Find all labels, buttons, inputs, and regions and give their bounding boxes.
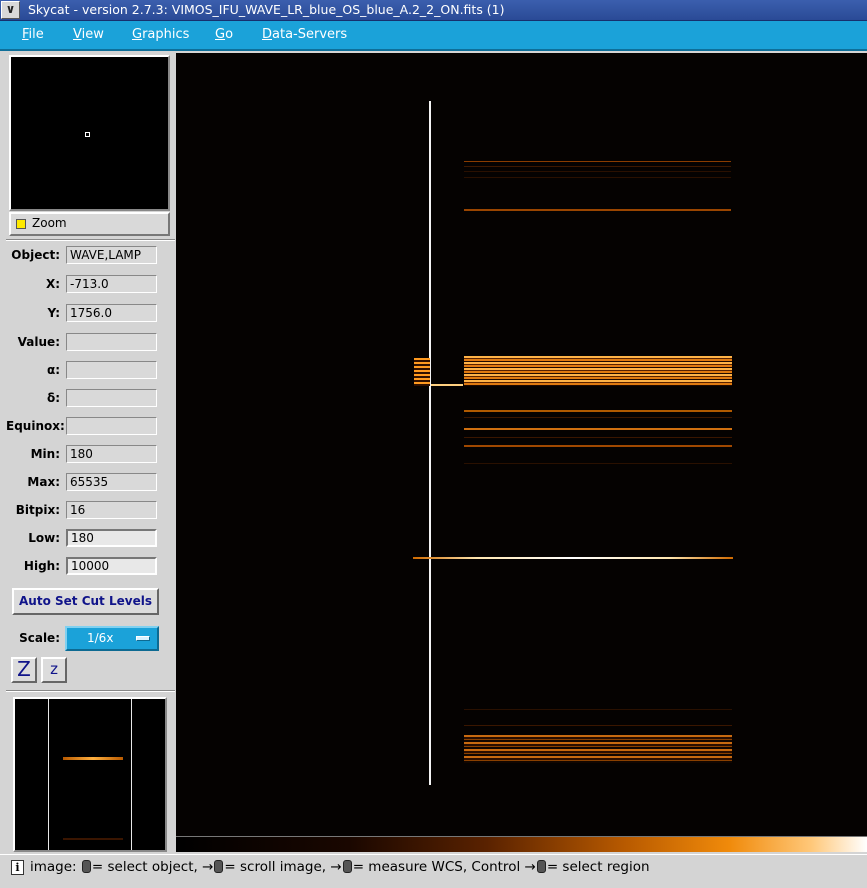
spectrum-line [464,417,732,418]
spectrum-line [464,463,732,464]
spectrum-line [464,177,731,178]
status-bar: i image: = select object, → = scroll imag… [0,854,867,888]
low-cut-label: Low: [28,531,60,545]
option-menu-indicator-icon [136,636,150,641]
spectrum-line [464,171,731,172]
menu-go-mnemonic: G [215,27,226,42]
spectrum-line [431,384,463,386]
menu-data-servers[interactable]: Data-Servers [262,27,347,42]
x-label: X: [45,277,60,291]
bright-spectrum-band [464,356,732,386]
mouse-left-button-icon [81,860,91,873]
status-segment: = scroll image, → [224,859,342,875]
panner-window[interactable] [9,55,170,211]
magnified-vertical-line [131,699,132,850]
image-canvas[interactable] [176,53,867,836]
min-label: Min: [30,447,60,461]
scale-value: 1/6x [87,631,114,645]
menu-graphics-mnemonic: G [132,27,143,42]
magnifier-window [13,697,167,852]
spectrum-line [464,445,732,447]
menu-file[interactable]: File [22,27,44,42]
magnified-spectrum-line [63,757,123,760]
menu-view-label: iew [81,27,104,42]
window-title: Skycat - version 2.7.3: VIMOS_IFU_WAVE_L… [28,2,505,17]
y-label: Y: [47,306,60,320]
mouse-middle-button-icon [214,860,224,873]
dec-label: δ: [46,391,60,405]
y-value: 1756.0 [66,304,157,322]
pixel-value [66,333,157,351]
zoom-in-label: Z [17,657,31,681]
zoom-in-button[interactable]: Z [11,657,37,683]
spectrum-line [464,725,732,726]
menu-bar: File View Graphics Go Data-Servers [0,21,867,51]
pan-viewport-box[interactable] [85,132,90,137]
scale-label: Scale: [19,631,60,645]
high-cut-label: High: [23,559,60,573]
menu-data-servers-mnemonic: D [262,27,273,42]
status-segment: = select object, → [91,859,214,875]
window-menu-button[interactable]: ∨ [1,1,20,19]
spectrum-line [464,166,731,167]
zoom-label: Zoom [32,216,67,230]
zoom-out-button[interactable]: z [41,657,67,683]
divider [6,690,175,692]
menu-go-label: o [225,27,234,42]
ra-value [66,361,157,379]
max-label: Max: [27,475,60,489]
ra-label: α: [46,363,60,377]
auto-set-cut-levels-button[interactable]: Auto Set Cut Levels [12,588,159,615]
bitpix-value: 16 [66,501,157,519]
zoom-toggle[interactable]: Zoom [9,212,170,236]
min-value: 180 [66,445,157,463]
control-panel: Zoom Object: WAVE,LAMP X: -713.0 Y: 1756… [6,53,175,853]
low-cut-input[interactable]: 180 [66,529,157,547]
spectrum-line [464,709,732,710]
menu-graphics[interactable]: Graphics [132,27,189,42]
status-segment: = select region [546,859,650,875]
scale-menu-button[interactable]: 1/6x [65,626,159,651]
status-segment: = measure WCS, Control → [352,859,536,875]
spectrum-band-left [414,358,430,386]
magnified-vertical-line [48,699,49,850]
bitpix-label: Bitpix: [15,503,60,517]
equinox-label: Equinox: [6,419,65,433]
menu-view-mnemonic: V [73,27,82,42]
status-segment: image: [30,859,81,875]
equinox-value [66,417,157,435]
spectrum-line [464,437,732,438]
menu-file-label: ile [28,27,44,42]
bright-emission-line [413,557,733,559]
menu-view[interactable]: View [73,27,104,42]
mouse-left-button-icon [536,860,546,873]
colorbar [176,836,867,852]
dec-value [66,389,157,407]
spectrum-line [464,209,731,211]
menu-data-servers-label: ata-Servers [272,27,348,42]
spectrum-line [464,428,732,430]
x-value: -713.0 [66,275,157,293]
spectrum-line [464,161,731,162]
divider [6,239,175,241]
info-icon: i [11,860,24,875]
pixel-value-label: Value: [17,335,60,349]
object-value: WAVE,LAMP [66,246,157,264]
spectrum-line [464,410,732,412]
max-value: 65535 [66,473,157,491]
zoom-out-label: z [50,660,58,678]
lower-spectrum-band [464,735,732,763]
mouse-right-button-icon [342,860,352,873]
magnified-spectrum-line [63,838,123,840]
title-bar: ∨ Skycat - version 2.7.3: VIMOS_IFU_WAVE… [0,0,867,21]
status-message: image: = select object, → = scroll image,… [30,859,650,875]
object-label: Object: [11,248,60,262]
zoom-checkbox-indicator[interactable] [16,219,26,229]
bright-vertical-line [429,101,431,785]
menu-graphics-label: raphics [142,27,190,42]
menu-go[interactable]: Go [215,27,233,42]
high-cut-input[interactable]: 10000 [66,557,157,575]
